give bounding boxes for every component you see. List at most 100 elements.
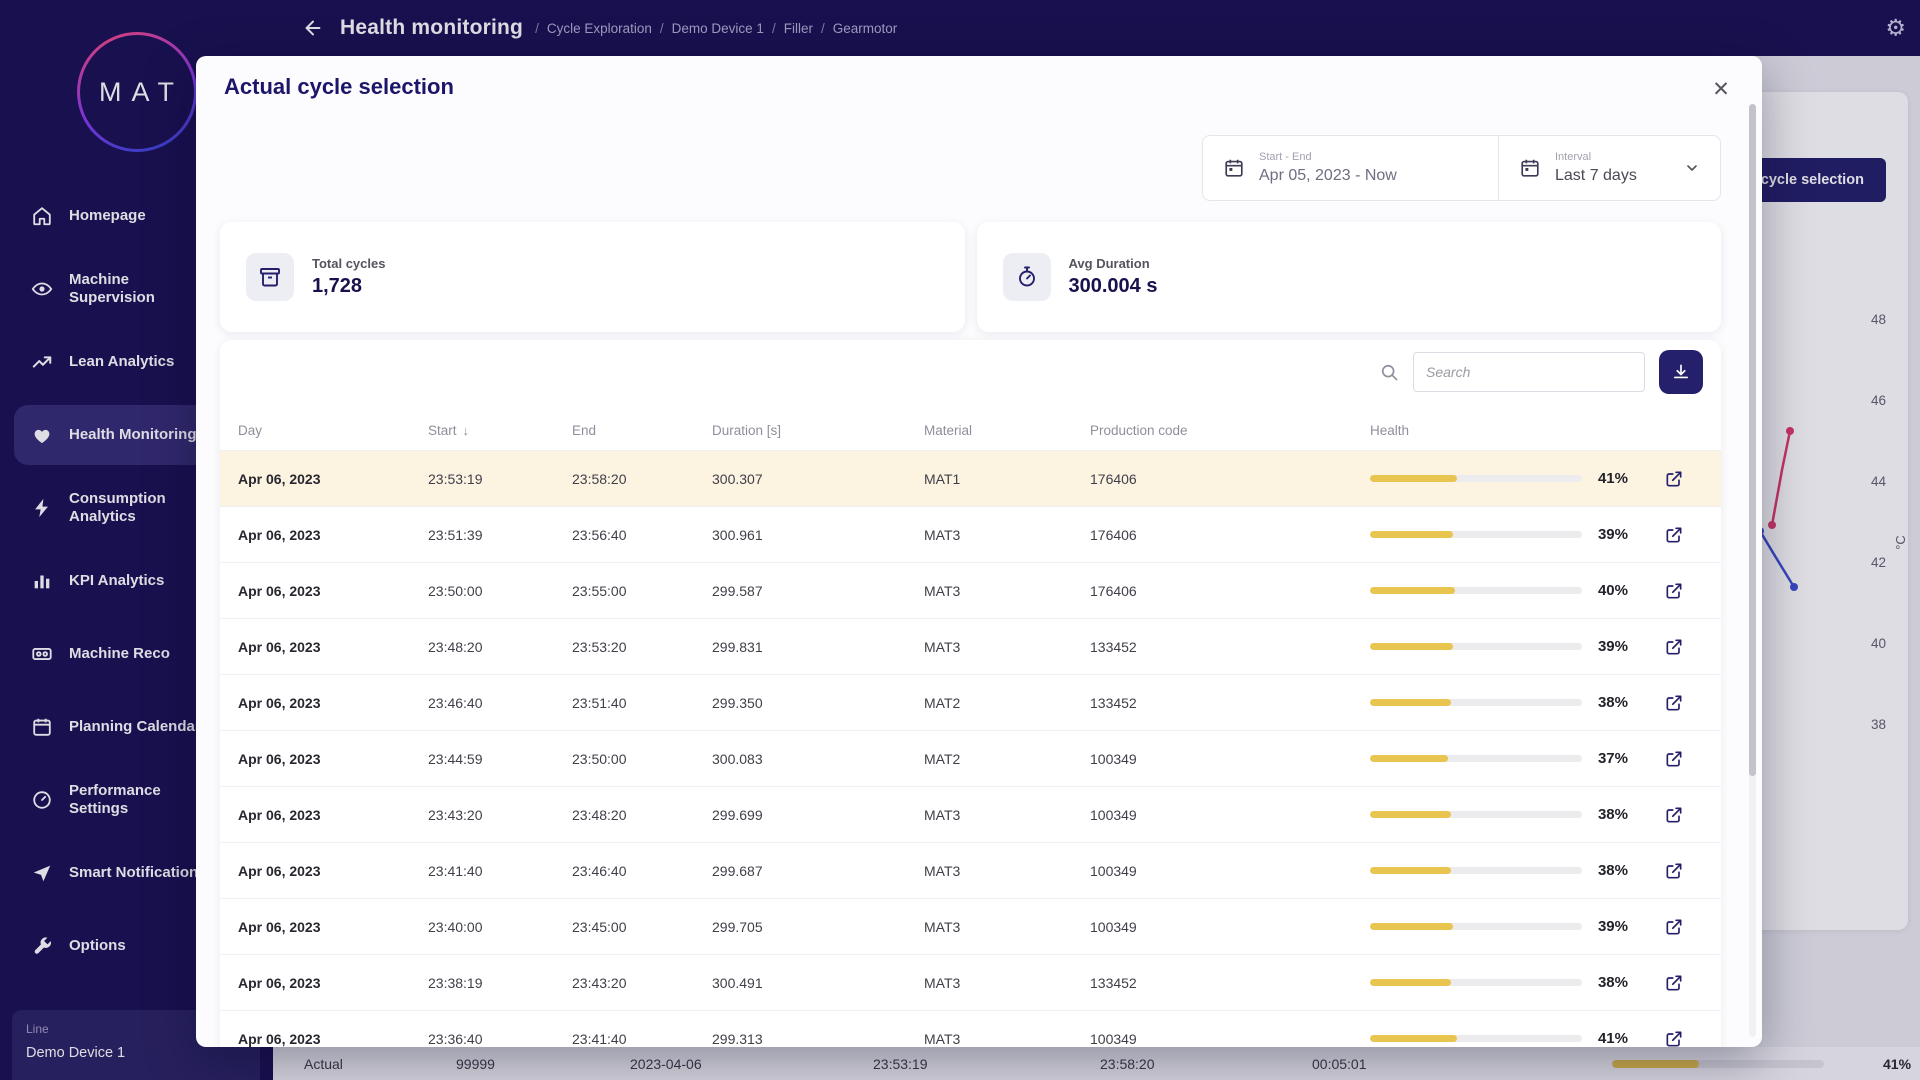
date-range-value: Apr 05, 2023 - Now bbox=[1259, 167, 1397, 185]
open-in-new-icon bbox=[1664, 973, 1684, 993]
health-percent: 38% bbox=[1582, 694, 1628, 711]
open-cycle-button[interactable] bbox=[1660, 745, 1688, 773]
date-range-picker[interactable]: Start - End Apr 05, 2023 - Now bbox=[1203, 136, 1498, 200]
table-row[interactable]: Apr 06, 202323:46:4023:51:40299.350MAT21… bbox=[220, 675, 1721, 731]
open-in-new-icon bbox=[1664, 581, 1684, 601]
open-in-new-icon bbox=[1664, 637, 1684, 657]
cell-material: MAT2 bbox=[924, 751, 1090, 767]
cell-material: MAT3 bbox=[924, 583, 1090, 599]
column-header-day[interactable]: Day bbox=[238, 423, 428, 438]
cell-duration: 300.961 bbox=[712, 527, 924, 543]
cell-health: 37% bbox=[1370, 745, 1721, 773]
cell-production-code: 133452 bbox=[1090, 639, 1370, 655]
cell-material: MAT3 bbox=[924, 1031, 1090, 1047]
close-button[interactable]: ✕ bbox=[1704, 72, 1738, 106]
health-percent: 37% bbox=[1582, 750, 1628, 767]
open-in-new-icon bbox=[1664, 693, 1684, 713]
cell-production-code: 100349 bbox=[1090, 919, 1370, 935]
health-bar bbox=[1370, 811, 1582, 818]
cycles-table-body: Apr 06, 202323:53:1923:58:20300.307MAT11… bbox=[220, 451, 1721, 1047]
app-root: Health monitoring /Cycle Exploration/Dem… bbox=[0, 0, 1920, 1080]
open-cycle-button[interactable] bbox=[1660, 969, 1688, 997]
table-row[interactable]: Apr 06, 202323:41:4023:46:40299.687MAT31… bbox=[220, 843, 1721, 899]
cell-health: 40% bbox=[1370, 577, 1721, 605]
cell-material: MAT3 bbox=[924, 863, 1090, 879]
open-cycle-button[interactable] bbox=[1660, 521, 1688, 549]
health-percent: 41% bbox=[1582, 470, 1628, 487]
scrollbar-thumb[interactable] bbox=[1749, 104, 1756, 776]
download-button[interactable] bbox=[1659, 350, 1703, 394]
health-percent: 38% bbox=[1582, 974, 1628, 991]
column-header-start[interactable]: Start↓ bbox=[428, 423, 572, 438]
cell-start: 23:51:39 bbox=[428, 527, 572, 543]
health-bar bbox=[1370, 475, 1582, 482]
table-row[interactable]: Apr 06, 202323:48:2023:53:20299.831MAT31… bbox=[220, 619, 1721, 675]
table-row[interactable]: Apr 06, 202323:43:2023:48:20299.699MAT31… bbox=[220, 787, 1721, 843]
cell-start: 23:46:40 bbox=[428, 695, 572, 711]
health-bar bbox=[1370, 923, 1582, 930]
open-cycle-button[interactable] bbox=[1660, 633, 1688, 661]
health-bar bbox=[1370, 1035, 1582, 1042]
cell-end: 23:50:00 bbox=[572, 751, 712, 767]
open-cycle-button[interactable] bbox=[1660, 689, 1688, 717]
cell-start: 23:38:19 bbox=[428, 975, 572, 991]
open-cycle-button[interactable] bbox=[1660, 857, 1688, 885]
table-row[interactable]: Apr 06, 202323:38:1923:43:20300.491MAT31… bbox=[220, 955, 1721, 1011]
cell-end: 23:41:40 bbox=[572, 1031, 712, 1047]
column-header-material[interactable]: Material bbox=[924, 423, 1090, 438]
cell-start: 23:44:59 bbox=[428, 751, 572, 767]
cell-production-code: 176406 bbox=[1090, 471, 1370, 487]
cell-health: 41% bbox=[1370, 465, 1721, 493]
cell-day: Apr 06, 2023 bbox=[238, 583, 428, 599]
cell-duration: 299.587 bbox=[712, 583, 924, 599]
cell-start: 23:41:40 bbox=[428, 863, 572, 879]
column-header-end[interactable]: End bbox=[572, 423, 712, 438]
health-bar bbox=[1370, 587, 1582, 594]
cell-production-code: 100349 bbox=[1090, 807, 1370, 823]
table-row[interactable]: Apr 06, 202323:40:0023:45:00299.705MAT31… bbox=[220, 899, 1721, 955]
cell-end: 23:43:20 bbox=[572, 975, 712, 991]
open-cycle-button[interactable] bbox=[1660, 1025, 1688, 1048]
table-row[interactable]: Apr 06, 202323:51:3923:56:40300.961MAT31… bbox=[220, 507, 1721, 563]
cell-material: MAT3 bbox=[924, 807, 1090, 823]
health-bar bbox=[1370, 699, 1582, 706]
open-cycle-button[interactable] bbox=[1660, 801, 1688, 829]
cell-end: 23:46:40 bbox=[572, 863, 712, 879]
column-header-label: Start bbox=[428, 423, 457, 438]
open-cycle-button[interactable] bbox=[1660, 913, 1688, 941]
table-row[interactable]: Apr 06, 202323:53:1923:58:20300.307MAT11… bbox=[220, 451, 1721, 507]
cell-material: MAT3 bbox=[924, 975, 1090, 991]
table-row[interactable]: Apr 06, 202323:36:4023:41:40299.313MAT31… bbox=[220, 1011, 1721, 1047]
cell-day: Apr 06, 2023 bbox=[238, 919, 428, 935]
calendar-icon bbox=[1519, 157, 1541, 179]
cell-end: 23:51:40 bbox=[572, 695, 712, 711]
open-in-new-icon bbox=[1664, 861, 1684, 881]
column-header-duration[interactable]: Duration [s] bbox=[712, 423, 924, 438]
modal-scrollbar[interactable] bbox=[1749, 104, 1756, 1037]
cell-production-code: 176406 bbox=[1090, 527, 1370, 543]
health-bar bbox=[1370, 979, 1582, 986]
cell-start: 23:40:00 bbox=[428, 919, 572, 935]
cell-day: Apr 06, 2023 bbox=[238, 863, 428, 879]
open-cycle-button[interactable] bbox=[1660, 577, 1688, 605]
cycle-selection-modal: Actual cycle selection ✕ Start - End Apr… bbox=[196, 56, 1762, 1047]
health-percent: 39% bbox=[1582, 918, 1628, 935]
table-row[interactable]: Apr 06, 202323:50:0023:55:00299.587MAT31… bbox=[220, 563, 1721, 619]
cell-start: 23:50:00 bbox=[428, 583, 572, 599]
date-range-label: Start - End bbox=[1259, 151, 1397, 163]
interval-select[interactable]: Interval Last 7 days bbox=[1498, 136, 1720, 200]
column-header-production-code[interactable]: Production code bbox=[1090, 423, 1370, 438]
cell-start: 23:43:20 bbox=[428, 807, 572, 823]
cell-duration: 299.699 bbox=[712, 807, 924, 823]
cell-end: 23:53:20 bbox=[572, 639, 712, 655]
stat-label: Avg Duration bbox=[1069, 256, 1158, 271]
open-cycle-button[interactable] bbox=[1660, 465, 1688, 493]
table-row[interactable]: Apr 06, 202323:44:5923:50:00300.083MAT21… bbox=[220, 731, 1721, 787]
column-header-health[interactable]: Health bbox=[1370, 423, 1721, 438]
search-input[interactable] bbox=[1413, 352, 1645, 392]
cell-day: Apr 06, 2023 bbox=[238, 975, 428, 991]
cell-health: 38% bbox=[1370, 857, 1721, 885]
cell-duration: 300.083 bbox=[712, 751, 924, 767]
calendar-icon bbox=[1223, 157, 1245, 179]
table-toolbar bbox=[1379, 350, 1703, 394]
